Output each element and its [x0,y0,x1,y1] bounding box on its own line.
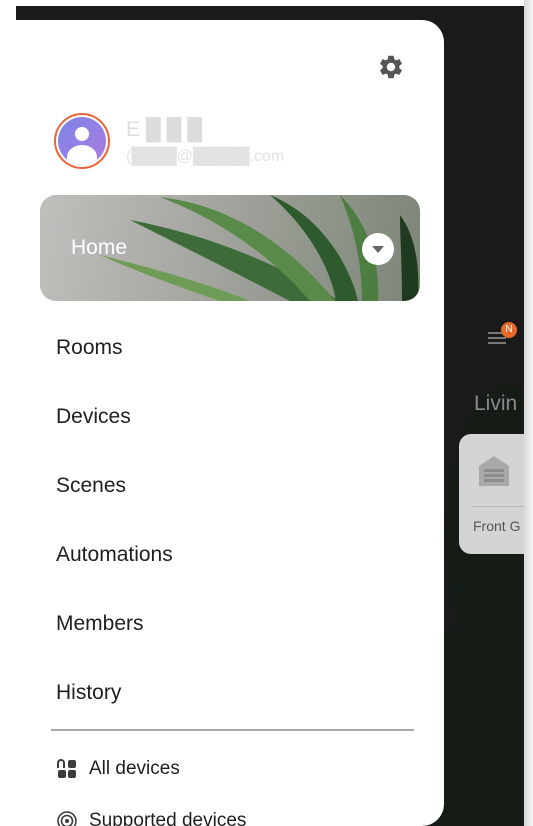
nav-item-history[interactable]: History [56,681,121,705]
home-selector-card[interactable]: Home [40,195,420,301]
avatar[interactable] [54,113,110,169]
chevron-down-icon [372,246,384,253]
navigation-drawer: E █ █ █ (████@█████.com Home Rooms Devic… [16,20,444,826]
nav-item-devices[interactable]: Devices [56,405,131,429]
card-divider [471,506,524,507]
user-email: (████@█████.com [126,148,285,165]
user-name: E █ █ █ [126,118,203,141]
nav-item-automations[interactable]: Automations [56,543,173,567]
top-edge [0,0,533,6]
device-card-label: Front G [473,518,521,534]
notification-badge: N [501,322,517,338]
supported-devices-link[interactable]: Supported devices [56,810,246,826]
drawer-divider [51,729,414,731]
all-devices-link[interactable]: All devices [56,758,180,780]
supported-devices-label: Supported devices [89,810,247,826]
settings-button[interactable] [376,52,406,82]
room-label: Livin [474,392,518,415]
gear-icon [380,55,402,79]
avatar-person-icon [58,117,106,165]
right-edge [524,0,533,826]
nav-item-members[interactable]: Members [56,612,144,636]
nav-item-scenes[interactable]: Scenes [56,474,126,498]
garage-door-icon [479,456,509,486]
nav-item-rooms[interactable]: Rooms [56,336,123,360]
home-dropdown-button[interactable] [362,233,394,265]
home-label: Home [71,236,128,259]
device-card[interactable]: Front G [459,434,524,554]
all-devices-label: All devices [89,758,180,779]
supported-devices-icon [56,810,78,826]
all-devices-icon [56,758,78,780]
phone-screen: N Livin Front G E █ █ █ (████@█████.com … [0,0,533,826]
